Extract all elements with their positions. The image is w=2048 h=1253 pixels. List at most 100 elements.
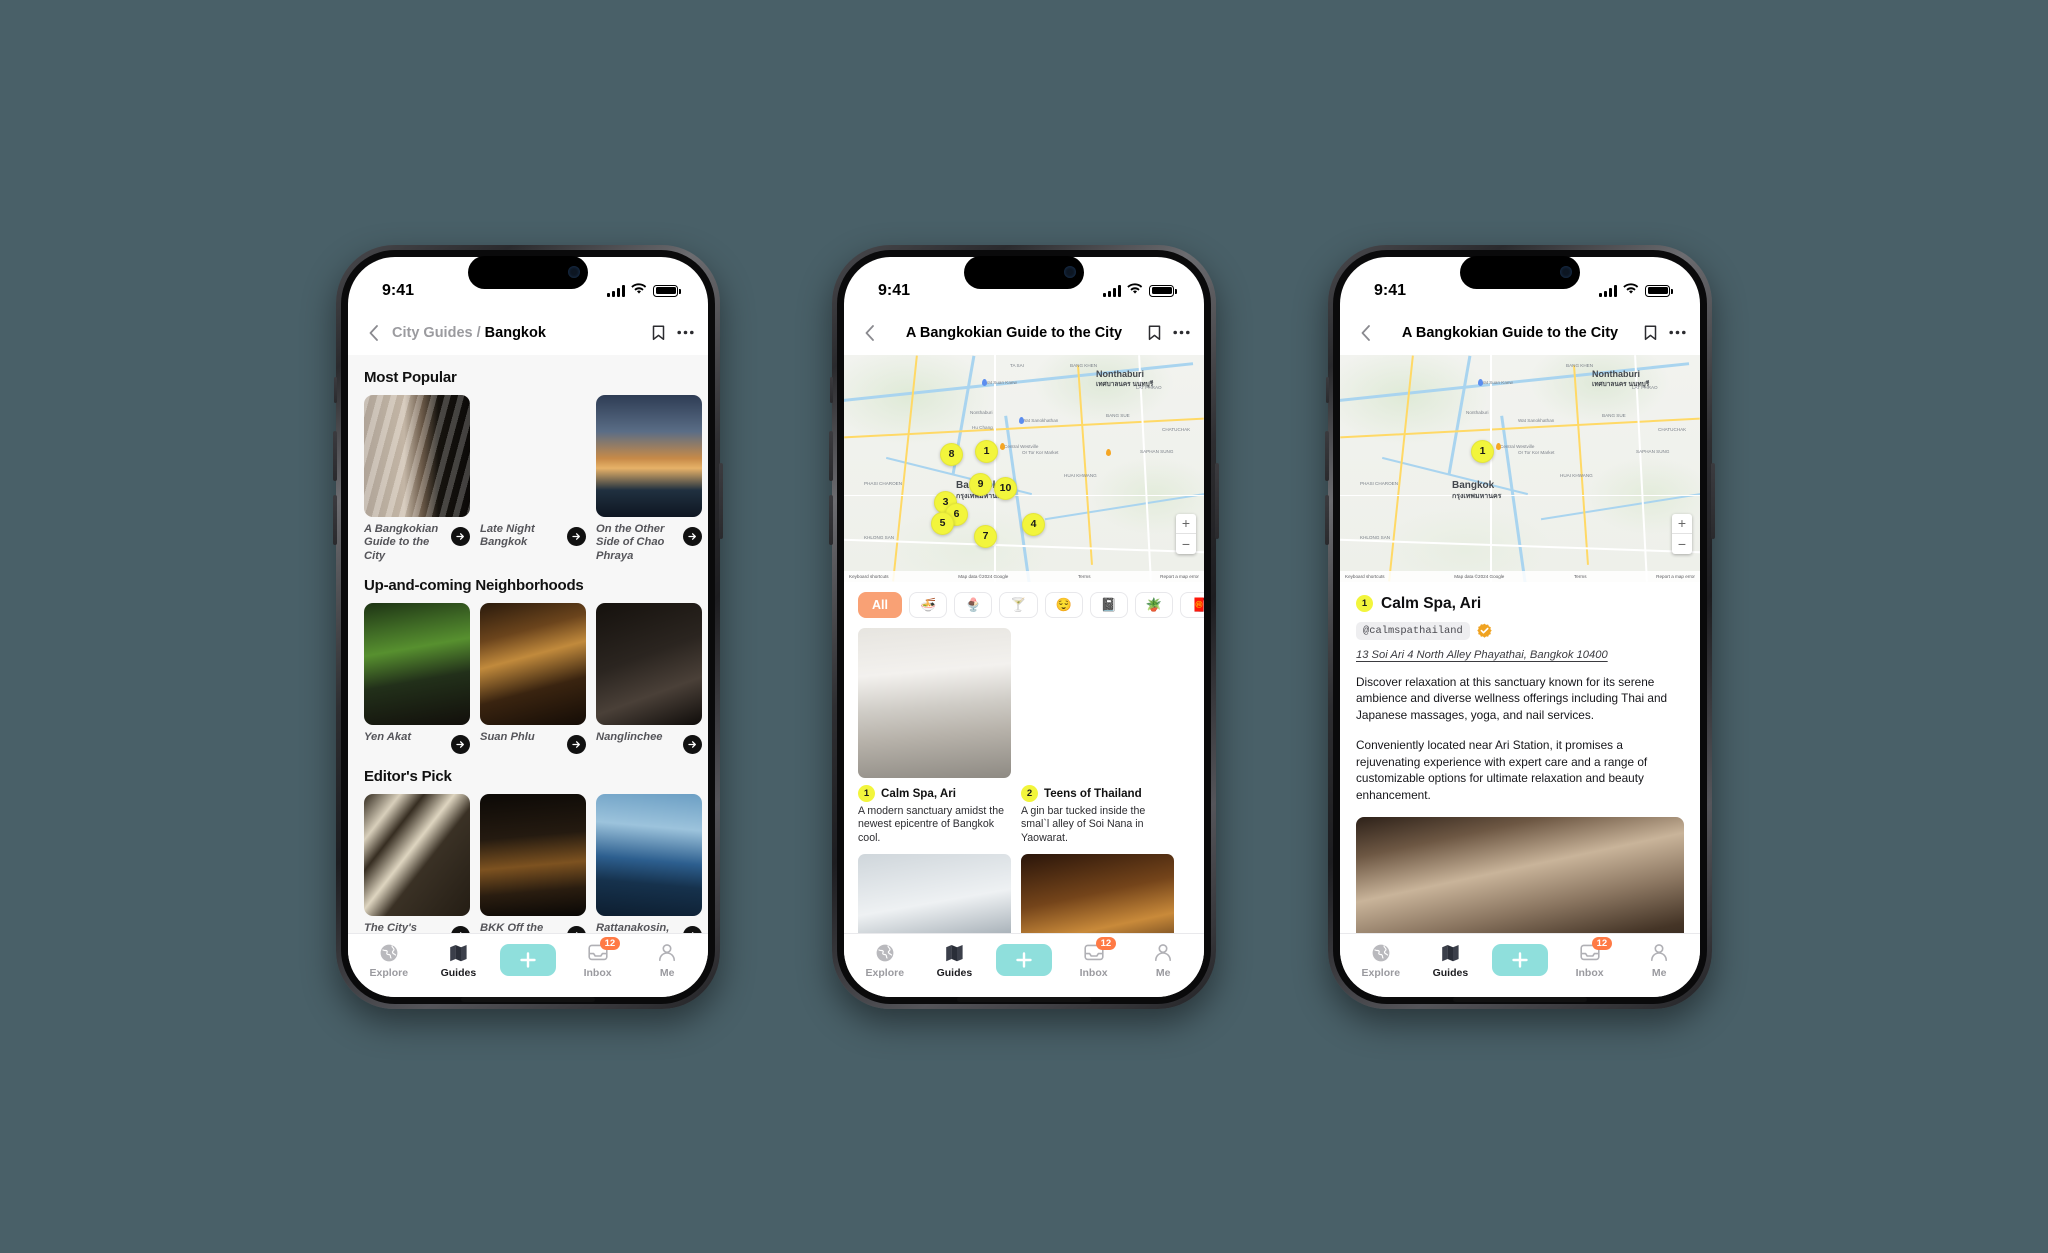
volume-up-button[interactable] (333, 430, 337, 481)
home-indicator[interactable] (461, 996, 595, 1002)
tab-explore[interactable]: Explore (850, 942, 920, 979)
volume-down-button[interactable] (829, 494, 833, 545)
keyboard-shortcuts-link[interactable]: Keyboard shortcuts (1345, 574, 1385, 579)
place-card[interactable]: 2 Teens of Thailand A gin bar tucked ins… (1021, 628, 1174, 846)
tab-guides[interactable]: Guides (1416, 942, 1486, 979)
map-district-label: SAPHAN SUNG (1140, 448, 1174, 454)
breadcrumb-parent[interactable]: City Guides (392, 325, 473, 341)
zoom-in-button[interactable]: + (1672, 514, 1692, 534)
guide-card[interactable]: A Bangkokian Guide to the City (364, 394, 470, 564)
place-description: A modern sanctuary amidst the newest epi… (858, 804, 1005, 845)
chevron-left-icon[interactable] (1354, 324, 1376, 341)
guide-card[interactable]: Suan Phlu (480, 603, 586, 755)
map-marker-1[interactable]: 1 (975, 439, 998, 463)
zoom-out-button[interactable]: − (1672, 534, 1692, 554)
ice-cream-icon[interactable]: 🍨 (954, 591, 993, 618)
place-card[interactable] (858, 853, 1011, 933)
volume-down-button[interactable] (333, 494, 337, 545)
zoom-out-button[interactable]: − (1176, 534, 1196, 554)
bookmark-icon[interactable] (652, 325, 665, 341)
guide-card[interactable]: Nanglinchee (596, 603, 702, 755)
terms-link[interactable]: Terms (1078, 574, 1091, 579)
report-map-error-link[interactable]: Report a map error (1160, 574, 1199, 579)
volume-up-button[interactable] (829, 430, 833, 481)
map-marker-5[interactable]: 5 (931, 511, 954, 535)
chevron-left-icon[interactable] (362, 324, 384, 341)
notebook-icon[interactable]: 📓 (1089, 591, 1128, 618)
tab-explore[interactable]: Explore (1346, 942, 1416, 979)
map-marker-7[interactable]: 7 (974, 524, 997, 548)
guide-card[interactable]: Yen Akat (364, 603, 470, 755)
arrow-right-icon[interactable] (451, 735, 470, 755)
ramen-icon[interactable]: 🍜 (908, 591, 948, 618)
arrow-right-icon[interactable] (683, 735, 702, 755)
plus-icon[interactable] (1491, 944, 1548, 976)
potted-plant-icon[interactable]: 🪴 (1134, 591, 1174, 618)
plus-icon[interactable] (995, 944, 1052, 976)
bookmark-icon[interactable] (1644, 325, 1657, 341)
social-handle[interactable]: @calmspathailand (1356, 621, 1470, 640)
tab-add[interactable] (493, 944, 563, 976)
zoom-in-button[interactable]: + (1176, 514, 1196, 534)
tab-me[interactable]: Me (1128, 942, 1198, 979)
power-button[interactable] (1711, 462, 1715, 539)
map-view[interactable]: Nonthaburi เทศบาลนคร นนทบุรี Wat Suan Kae… (844, 354, 1204, 582)
tab-me[interactable]: Me (1624, 942, 1694, 979)
tab-guides[interactable]: Guides (424, 942, 494, 979)
map-marker-1[interactable]: 1 (1471, 439, 1494, 463)
tab-explore[interactable]: Explore (354, 942, 424, 979)
cocktail-icon[interactable]: 🍸 (999, 591, 1038, 618)
filter-chip-all[interactable]: All (858, 591, 902, 618)
arrow-right-icon[interactable] (567, 735, 586, 755)
places-grid[interactable]: 1 Calm Spa, Ari A modern sanctuary amids… (844, 627, 1204, 933)
place-address[interactable]: 13 Soi Ari 4 North Alley Phayathai, Bang… (1356, 649, 1684, 661)
power-button[interactable] (1215, 462, 1219, 539)
terms-link[interactable]: Terms (1574, 574, 1587, 579)
tab-guides[interactable]: Guides (920, 942, 990, 979)
power-button[interactable] (719, 462, 723, 539)
ellipsis-icon[interactable] (677, 330, 694, 335)
red-envelope-icon[interactable]: 🧧 (1180, 591, 1204, 618)
place-card[interactable]: 1 Calm Spa, Ari A modern sanctuary amids… (858, 627, 1011, 846)
guide-card[interactable]: Rattanakosin, Dusit & Little India (596, 794, 702, 933)
mute-switch[interactable] (830, 376, 833, 403)
mute-switch[interactable] (1326, 376, 1329, 403)
map-poi-pin (1478, 378, 1483, 386)
chevron-left-icon[interactable] (858, 324, 880, 341)
map-marker-8[interactable]: 8 (940, 442, 963, 466)
volume-down-button[interactable] (1325, 494, 1329, 545)
guide-card[interactable]: BKK Off the Beaten Path (480, 794, 586, 933)
tab-inbox[interactable]: 12 Inbox (1555, 936, 1625, 979)
arrow-right-icon[interactable] (683, 526, 702, 546)
home-indicator[interactable] (1453, 996, 1587, 1002)
tab-add[interactable] (989, 944, 1059, 976)
tab-inbox[interactable]: 12 Inbox (1059, 936, 1129, 979)
map-view[interactable]: Nonthaburi เทศบาลนคร นนทบุรี Wat Suan Kae… (1340, 354, 1700, 582)
ellipsis-icon[interactable] (1669, 330, 1686, 335)
plus-icon[interactable] (499, 944, 556, 976)
report-map-error-link[interactable]: Report a map error (1656, 574, 1695, 579)
tab-add[interactable] (1485, 944, 1555, 976)
arrow-right-icon[interactable] (567, 526, 586, 546)
home-indicator[interactable] (957, 996, 1091, 1002)
guide-card[interactable]: The City's Storytellers (364, 794, 470, 933)
bookmark-icon[interactable] (1148, 325, 1161, 341)
map-marker-4[interactable]: 4 (1022, 512, 1045, 536)
guide-card[interactable]: On the Other Side of Chao Phraya (596, 394, 702, 564)
keyboard-shortcuts-link[interactable]: Keyboard shortcuts (849, 574, 889, 579)
filter-chips-row[interactable]: All 🍜 🍨 🍸 😌 📓 🪴 🧧 (844, 581, 1204, 628)
map-marker-9[interactable]: 9 (969, 472, 992, 496)
relieved-face-icon[interactable]: 😌 (1044, 591, 1083, 618)
guide-card[interactable]: Late Night Bangkok (480, 395, 586, 564)
map-marker-10[interactable]: 10 (994, 476, 1017, 500)
tab-inbox[interactable]: 12 Inbox (563, 936, 633, 979)
place-card[interactable] (1021, 853, 1174, 933)
ellipsis-icon[interactable] (1173, 330, 1190, 335)
page-title: A Bangkokian Guide to the City (905, 324, 1123, 341)
guides-scroll-area[interactable]: Most Popular A Bangkokian Guide to the C… (348, 354, 708, 933)
tab-me[interactable]: Me (632, 942, 702, 979)
arrow-right-icon[interactable] (451, 526, 470, 546)
volume-up-button[interactable] (1325, 430, 1329, 481)
mute-switch[interactable] (334, 376, 337, 403)
place-detail-panel[interactable]: 1 Calm Spa, Ari @calmspathailand 13 Soi … (1340, 581, 1700, 933)
